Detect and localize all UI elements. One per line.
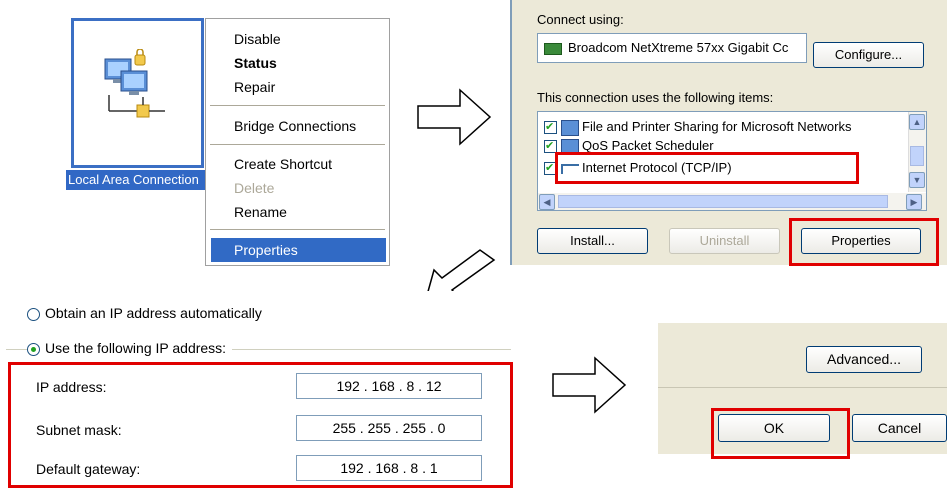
menu-item-delete: Delete — [234, 180, 275, 196]
cancel-button[interactable]: Cancel — [852, 414, 947, 442]
scroll-thumb[interactable] — [558, 195, 888, 208]
scroll-thumb[interactable] — [910, 146, 924, 166]
menu-item-properties[interactable]: Properties — [211, 238, 386, 262]
scroll-down-icon[interactable]: ▼ — [909, 172, 925, 188]
list-item-label: Internet Protocol (TCP/IP) — [582, 160, 732, 175]
menu-separator — [210, 229, 385, 230]
obtain-ip-auto-label: Obtain an IP address automatically — [45, 305, 262, 321]
scroll-left-icon[interactable]: ◀ — [539, 194, 555, 210]
context-menu: Disable Status Repair Bridge Connections… — [205, 18, 390, 266]
advanced-button[interactable]: Advanced... — [806, 346, 922, 373]
icon-caption: Local Area Connection — [66, 170, 208, 190]
checkbox-checked-icon[interactable] — [544, 137, 557, 155]
ok-button[interactable]: OK — [718, 414, 830, 442]
adapter-name-box: Broadcom NetXtreme 57xx Gigabit Cc — [537, 33, 807, 63]
use-following-ip-option[interactable]: Use the following IP address: — [27, 340, 233, 356]
connect-using-label: Connect using: — [537, 12, 624, 27]
menu-separator — [210, 144, 385, 145]
configure-button[interactable]: Configure... — [813, 42, 924, 68]
list-item-label: File and Printer Sharing for Microsoft N… — [582, 119, 852, 134]
default-gateway-label: Default gateway: — [36, 461, 141, 477]
scroll-right-icon[interactable]: ▶ — [906, 194, 922, 210]
ip-settings-panel: Obtain an IP address automatically Use t… — [0, 291, 515, 489]
network-component-icon — [561, 119, 579, 136]
uninstall-button: Uninstall — [669, 228, 780, 254]
checkbox-checked-icon[interactable] — [544, 118, 557, 136]
menu-separator — [210, 105, 385, 106]
list-item-label: QoS Packet Scheduler — [582, 138, 714, 153]
subnet-mask-label: Subnet mask: — [36, 422, 122, 438]
radio-selected-icon[interactable] — [27, 342, 40, 356]
ip-address-label: IP address: — [36, 379, 107, 395]
network-adapter-icon — [544, 43, 562, 55]
list-item[interactable]: File and Printer Sharing for Microsoft N… — [544, 118, 851, 136]
default-gateway-field[interactable]: 192 . 168 . 8 . 1 — [296, 455, 482, 481]
components-list[interactable]: File and Printer Sharing for Microsoft N… — [537, 111, 927, 211]
list-item[interactable]: QoS Packet Scheduler — [544, 137, 714, 155]
use-following-ip-label: Use the following IP address: — [45, 340, 227, 356]
list-item[interactable]: Internet Protocol (TCP/IP) — [544, 159, 732, 177]
local-area-connection-icon-tile[interactable] — [71, 18, 204, 168]
network-connection-icon — [104, 49, 165, 118]
arrow-right-icon — [551, 356, 627, 414]
menu-item-rename[interactable]: Rename — [206, 200, 389, 224]
arrow-right-icon — [416, 88, 492, 146]
dialog-footer: Advanced... OK Cancel — [658, 323, 947, 454]
checkbox-checked-icon[interactable] — [544, 159, 557, 177]
adapter-name: Broadcom NetXtreme 57xx Gigabit Cc — [568, 40, 789, 55]
protocol-icon — [561, 163, 579, 174]
obtain-ip-auto-option[interactable]: Obtain an IP address automatically — [27, 305, 262, 321]
menu-item-disable[interactable]: Disable — [206, 27, 389, 51]
install-button[interactable]: Install... — [537, 228, 648, 254]
menu-item-create-shortcut[interactable]: Create Shortcut — [206, 152, 389, 176]
vertical-scrollbar[interactable]: ▲ ▼ — [908, 112, 926, 192]
ip-address-field[interactable]: 192 . 168 . 8 . 12 — [296, 373, 482, 399]
menu-item-repair[interactable]: Repair — [206, 75, 389, 99]
horizontal-scrollbar[interactable]: ◀ ▶ — [538, 193, 926, 210]
properties-button[interactable]: Properties — [801, 228, 921, 254]
scroll-up-icon[interactable]: ▲ — [909, 114, 925, 130]
items-label: This connection uses the following items… — [537, 90, 774, 105]
menu-item-status[interactable]: Status — [206, 51, 389, 75]
subnet-mask-field[interactable]: 255 . 255 . 255 . 0 — [296, 415, 482, 441]
connection-properties-dialog: Connect using: Broadcom NetXtreme 57xx G… — [510, 0, 947, 265]
footer-divider — [658, 387, 947, 388]
menu-item-bridge-connections[interactable]: Bridge Connections — [206, 114, 389, 138]
radio-unselected-icon[interactable] — [27, 307, 40, 321]
network-component-icon — [561, 138, 579, 155]
